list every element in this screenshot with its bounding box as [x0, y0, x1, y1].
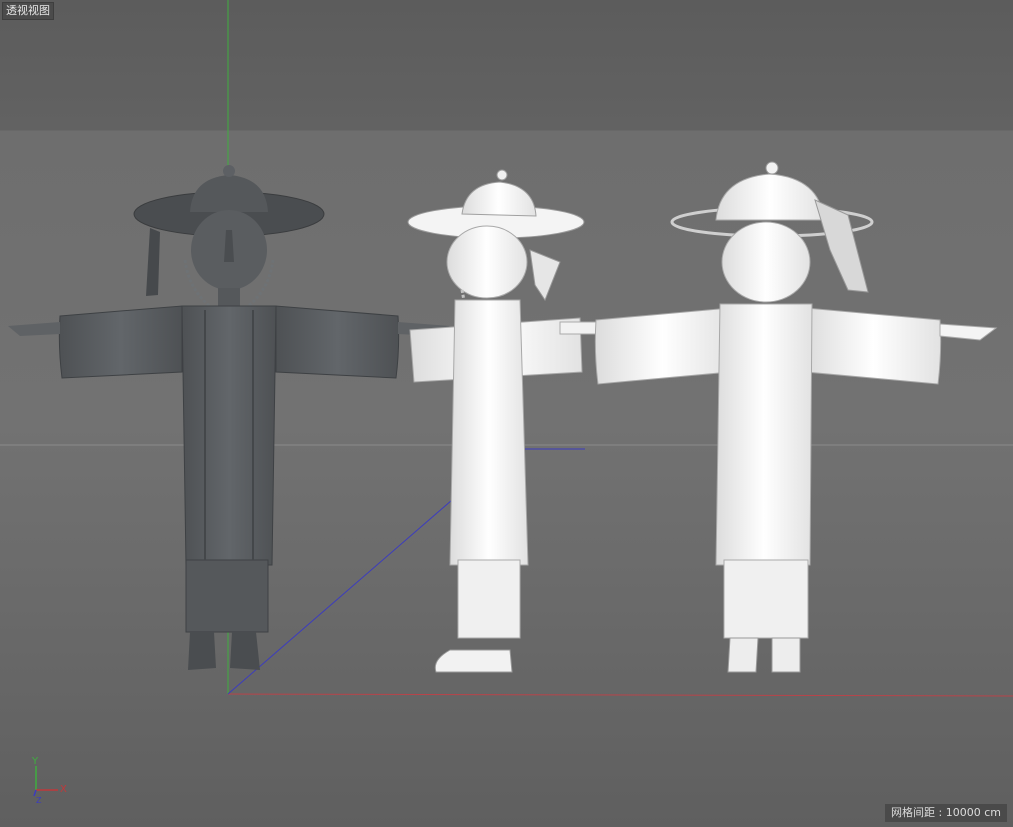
grid-spacing-label: 网格间距 : 10000 cm — [885, 804, 1007, 822]
figure-back-white[interactable] — [594, 161, 998, 673]
figure-side-white[interactable] — [407, 169, 601, 673]
figure-front-dark[interactable] — [8, 165, 450, 670]
axis-label-z: Z — [36, 796, 42, 805]
perspective-viewport[interactable]: 透视视图 Y X Z 网格间距 : 10000 cm — [0, 0, 1013, 827]
axis-gizmo-lines — [33, 766, 58, 797]
axis-label-x: X — [60, 784, 67, 795]
axis-label-y: Y — [32, 756, 39, 767]
axis-gizmo: Y X Z — [22, 752, 82, 812]
scene-canvas[interactable] — [0, 0, 1013, 827]
viewport-title[interactable]: 透视视图 — [2, 2, 54, 20]
x-axis-line — [227, 693, 1013, 697]
